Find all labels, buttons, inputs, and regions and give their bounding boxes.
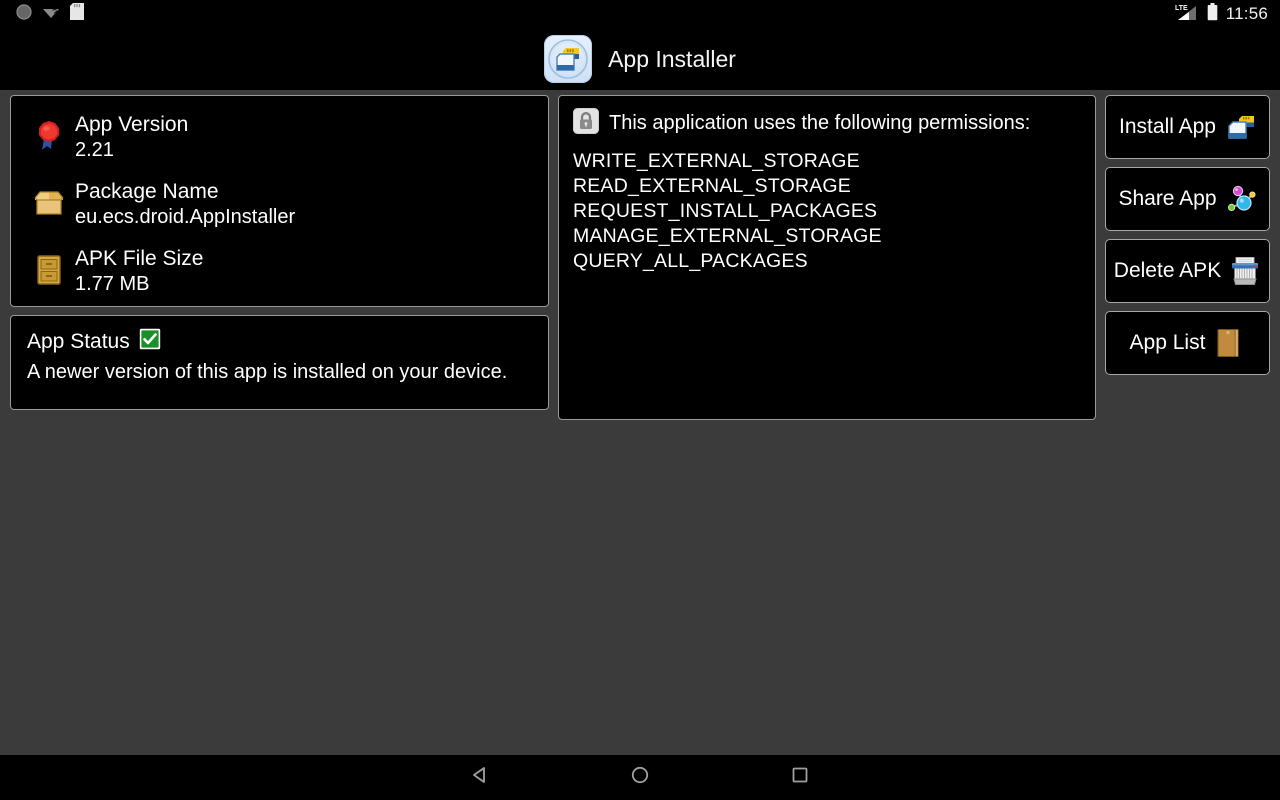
status-bar-clock: 11:56 <box>1225 4 1268 23</box>
info-row-app-version: App Version 2.21 <box>11 112 548 163</box>
app-info-panel: App Version 2.21 Package Name eu.ecs.dro… <box>10 95 549 307</box>
action-button-column: Install App Share App Delete APK App Lis… <box>1105 95 1270 375</box>
info-text-apk-file-size: APK File Size 1.77 MB <box>67 246 203 297</box>
recents-button[interactable] <box>720 755 880 800</box>
page-title: App Installer <box>608 45 736 72</box>
green-check-icon <box>139 328 161 355</box>
navigation-bar <box>0 755 1280 800</box>
permission-item: MANAGE_EXTERNAL_STORAGE <box>573 225 882 247</box>
delete-apk-label: Delete APK <box>1113 259 1222 282</box>
svg-text:?: ? <box>52 7 57 17</box>
file-cabinet-icon <box>31 250 67 290</box>
permission-item: REQUEST_INSTALL_PACKAGES <box>573 200 878 222</box>
app-screen: ? LTE 11:56 App Installer App Version 2.… <box>0 0 1280 800</box>
info-value: eu.ecs.droid.AppInstaller <box>75 206 296 228</box>
app-status-title: App Status <box>27 329 130 353</box>
app-list-label: App List <box>1129 331 1206 354</box>
title-bar: App Installer <box>0 28 1280 90</box>
status-bar-left-icons: ? <box>0 3 84 25</box>
lte-signal-icon: LTE <box>1175 3 1199 26</box>
paper-shredder-icon <box>1229 255 1261 287</box>
open-box-icon <box>31 183 67 223</box>
permissions-list: WRITE_EXTERNAL_STORAGE READ_EXTERNAL_STO… <box>573 149 1081 274</box>
battery-icon <box>1207 2 1218 26</box>
wifi-question-icon: ? <box>42 4 60 25</box>
info-value: 1.77 MB <box>75 273 150 295</box>
permissions-panel: This application uses the following perm… <box>558 95 1096 420</box>
back-triangle-icon <box>470 765 490 790</box>
svg-text:LTE: LTE <box>1175 5 1188 12</box>
permission-item: READ_EXTERNAL_STORAGE <box>573 175 852 197</box>
app-status-header: App Status <box>27 328 532 355</box>
app-status-message: A newer version of this app is installed… <box>27 361 508 383</box>
info-row-apk-file-size: APK File Size 1.77 MB <box>11 246 548 297</box>
info-label: Package Name <box>75 180 219 203</box>
install-app-button[interactable]: Install App <box>1105 95 1270 159</box>
back-button[interactable] <box>400 755 560 800</box>
permission-item: QUERY_ALL_PACKAGES <box>573 250 808 272</box>
share-app-label: Share App <box>1118 187 1217 210</box>
home-circle-icon <box>630 765 650 790</box>
status-bar-right-icons: LTE 11:56 <box>1175 2 1280 26</box>
delete-apk-button[interactable]: Delete APK <box>1105 239 1270 303</box>
lock-icon <box>573 108 599 139</box>
circle-placeholder-icon <box>16 3 32 25</box>
content-area: App Version 2.21 Package Name eu.ecs.dro… <box>0 90 1280 755</box>
permissions-heading: This application uses the following perm… <box>609 112 1031 134</box>
sd-cards-icon <box>1224 111 1256 143</box>
permission-item: WRITE_EXTERNAL_STORAGE <box>573 150 860 172</box>
share-nodes-icon <box>1225 183 1257 215</box>
app-list-button[interactable]: App List <box>1105 311 1270 375</box>
notebook-icon <box>1213 327 1245 359</box>
status-bar: ? LTE 11:56 <box>0 0 1280 28</box>
info-text-package-name: Package Name eu.ecs.droid.AppInstaller <box>67 179 295 230</box>
info-row-package-name: Package Name eu.ecs.droid.AppInstaller <box>11 179 548 230</box>
title-wrap: App Installer <box>544 35 736 83</box>
app-installer-icon <box>544 35 593 83</box>
info-value: 2.21 <box>75 139 114 161</box>
share-app-button[interactable]: Share App <box>1105 167 1270 231</box>
install-app-label: Install App <box>1119 115 1216 138</box>
info-label: APK File Size <box>75 247 204 270</box>
red-seal-icon <box>31 116 67 156</box>
sd-card-icon <box>70 3 84 25</box>
recents-square-icon <box>790 765 810 790</box>
info-text-app-version: App Version 2.21 <box>67 112 188 163</box>
app-status-panel: App Status A newer version of this app i… <box>10 315 549 410</box>
home-button[interactable] <box>560 755 720 800</box>
info-label: App Version <box>75 113 189 136</box>
permissions-header: This application uses the following perm… <box>573 108 1081 139</box>
